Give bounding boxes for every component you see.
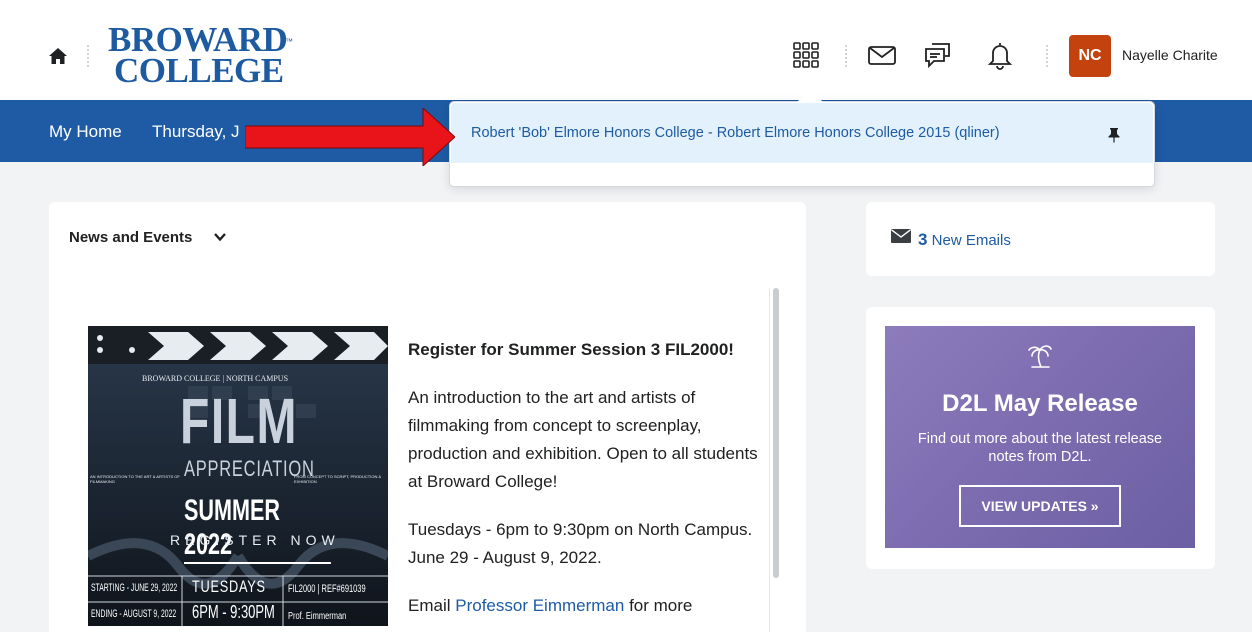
professor-link[interactable]: Professor Eimmerman <box>455 596 624 615</box>
poster-prof: Prof. Eimmerman <box>288 611 347 622</box>
news-article: Register for Summer Session 3 FIL2000! A… <box>408 336 758 632</box>
bell-icon[interactable] <box>982 37 1018 73</box>
email-prefix: Email <box>408 596 456 615</box>
separator <box>87 45 89 67</box>
poster-film-text: FILM <box>180 385 298 457</box>
logo-tm: ™ <box>285 37 293 46</box>
poster-side-right: FROM CONCEPT TO SCRIPT, PRODUCTION & EXH… <box>294 474 382 484</box>
separator <box>845 45 847 67</box>
news-events-widget: News and Events BROWARD COLLEGE | NORTH … <box>49 202 806 632</box>
envelope-icon <box>891 229 911 243</box>
dropdown-course-item[interactable]: Robert 'Bob' Elmore Honors College - Rob… <box>451 103 1153 163</box>
logo-line2: COLLEGE <box>114 51 284 90</box>
new-emails-link[interactable]: 3 New Emails <box>918 230 1011 250</box>
new-emails-widget: 3 New Emails <box>866 202 1215 276</box>
waffle-grid-icon[interactable] <box>788 37 824 73</box>
poster-register-text: REGISTER NOW <box>170 532 340 548</box>
d2l-release-widget: D2L May Release Find out more about the … <box>866 307 1215 569</box>
course-selector-dropdown: Robert 'Bob' Elmore Honors College - Rob… <box>449 101 1155 187</box>
news-paragraph: An introduction to the art and artists o… <box>408 388 758 491</box>
poster-tuesdays: TUESDAYS <box>192 577 266 596</box>
scroll-track <box>769 288 770 632</box>
course-item-label: Robert 'Bob' Elmore Honors College - Rob… <box>471 125 1000 141</box>
poster-starting: STARTING - JUNE 29, 2022 <box>91 582 178 594</box>
top-header: BROWARD COLLEGE ™ NC Nayelle Charite <box>0 0 1252 100</box>
chevron-down-icon[interactable] <box>213 231 227 243</box>
red-arrow-annotation <box>245 108 455 166</box>
view-updates-button[interactable]: VIEW UPDATES » <box>959 485 1121 527</box>
dropdown-caret <box>797 90 823 102</box>
news-widget-title: News and Events <box>69 229 193 246</box>
d2l-release-banner: D2L May Release Find out more about the … <box>885 326 1195 548</box>
scrollbar-thumb[interactable] <box>773 288 779 578</box>
d2l-subtitle: Find out more about the latest release n… <box>917 431 1163 465</box>
email-count: 3 <box>918 230 928 249</box>
poster-side-left: AN INTRODUCTION TO THE ART & ARTISTS OF … <box>90 474 180 484</box>
broward-college-logo[interactable]: BROWARD COLLEGE ™ <box>108 22 293 90</box>
poster-top-text: BROWARD COLLEGE | NORTH CAMPUS <box>142 374 289 383</box>
news-paragraph: Email Professor Eimmerman for more <box>408 592 758 620</box>
film-appreciation-poster: BROWARD COLLEGE | NORTH CAMPUS FILM APPR… <box>88 326 388 626</box>
news-headline: Register for Summer Session 3 FIL2000! <box>408 340 734 359</box>
nav-my-home[interactable]: My Home <box>49 122 122 142</box>
poster-course: FIL2000 | REF#691039 <box>288 583 366 595</box>
news-paragraph: Tuesdays - 6pm to 9:30pm on North Campus… <box>408 520 753 567</box>
poster-summer-text: SUMMER 2022 <box>184 494 331 564</box>
d2l-title: D2L May Release <box>942 390 1138 417</box>
chat-icon[interactable] <box>920 37 956 73</box>
home-icon[interactable] <box>48 46 68 66</box>
pin-icon[interactable] <box>1107 127 1121 143</box>
user-name[interactable]: Nayelle Charite <box>1122 47 1218 63</box>
email-suffix: for more <box>624 596 693 615</box>
poster-time: 6PM - 9:30PM <box>192 602 275 622</box>
mail-icon[interactable] <box>864 37 900 73</box>
user-avatar[interactable]: NC <box>1069 35 1111 77</box>
email-label: New Emails <box>931 232 1011 249</box>
palm-tree-icon <box>1028 345 1052 368</box>
nav-date: Thursday, J <box>152 122 240 141</box>
separator <box>1046 45 1048 67</box>
poster-ending: ENDING - AUGUST 9, 2022 <box>91 608 177 620</box>
